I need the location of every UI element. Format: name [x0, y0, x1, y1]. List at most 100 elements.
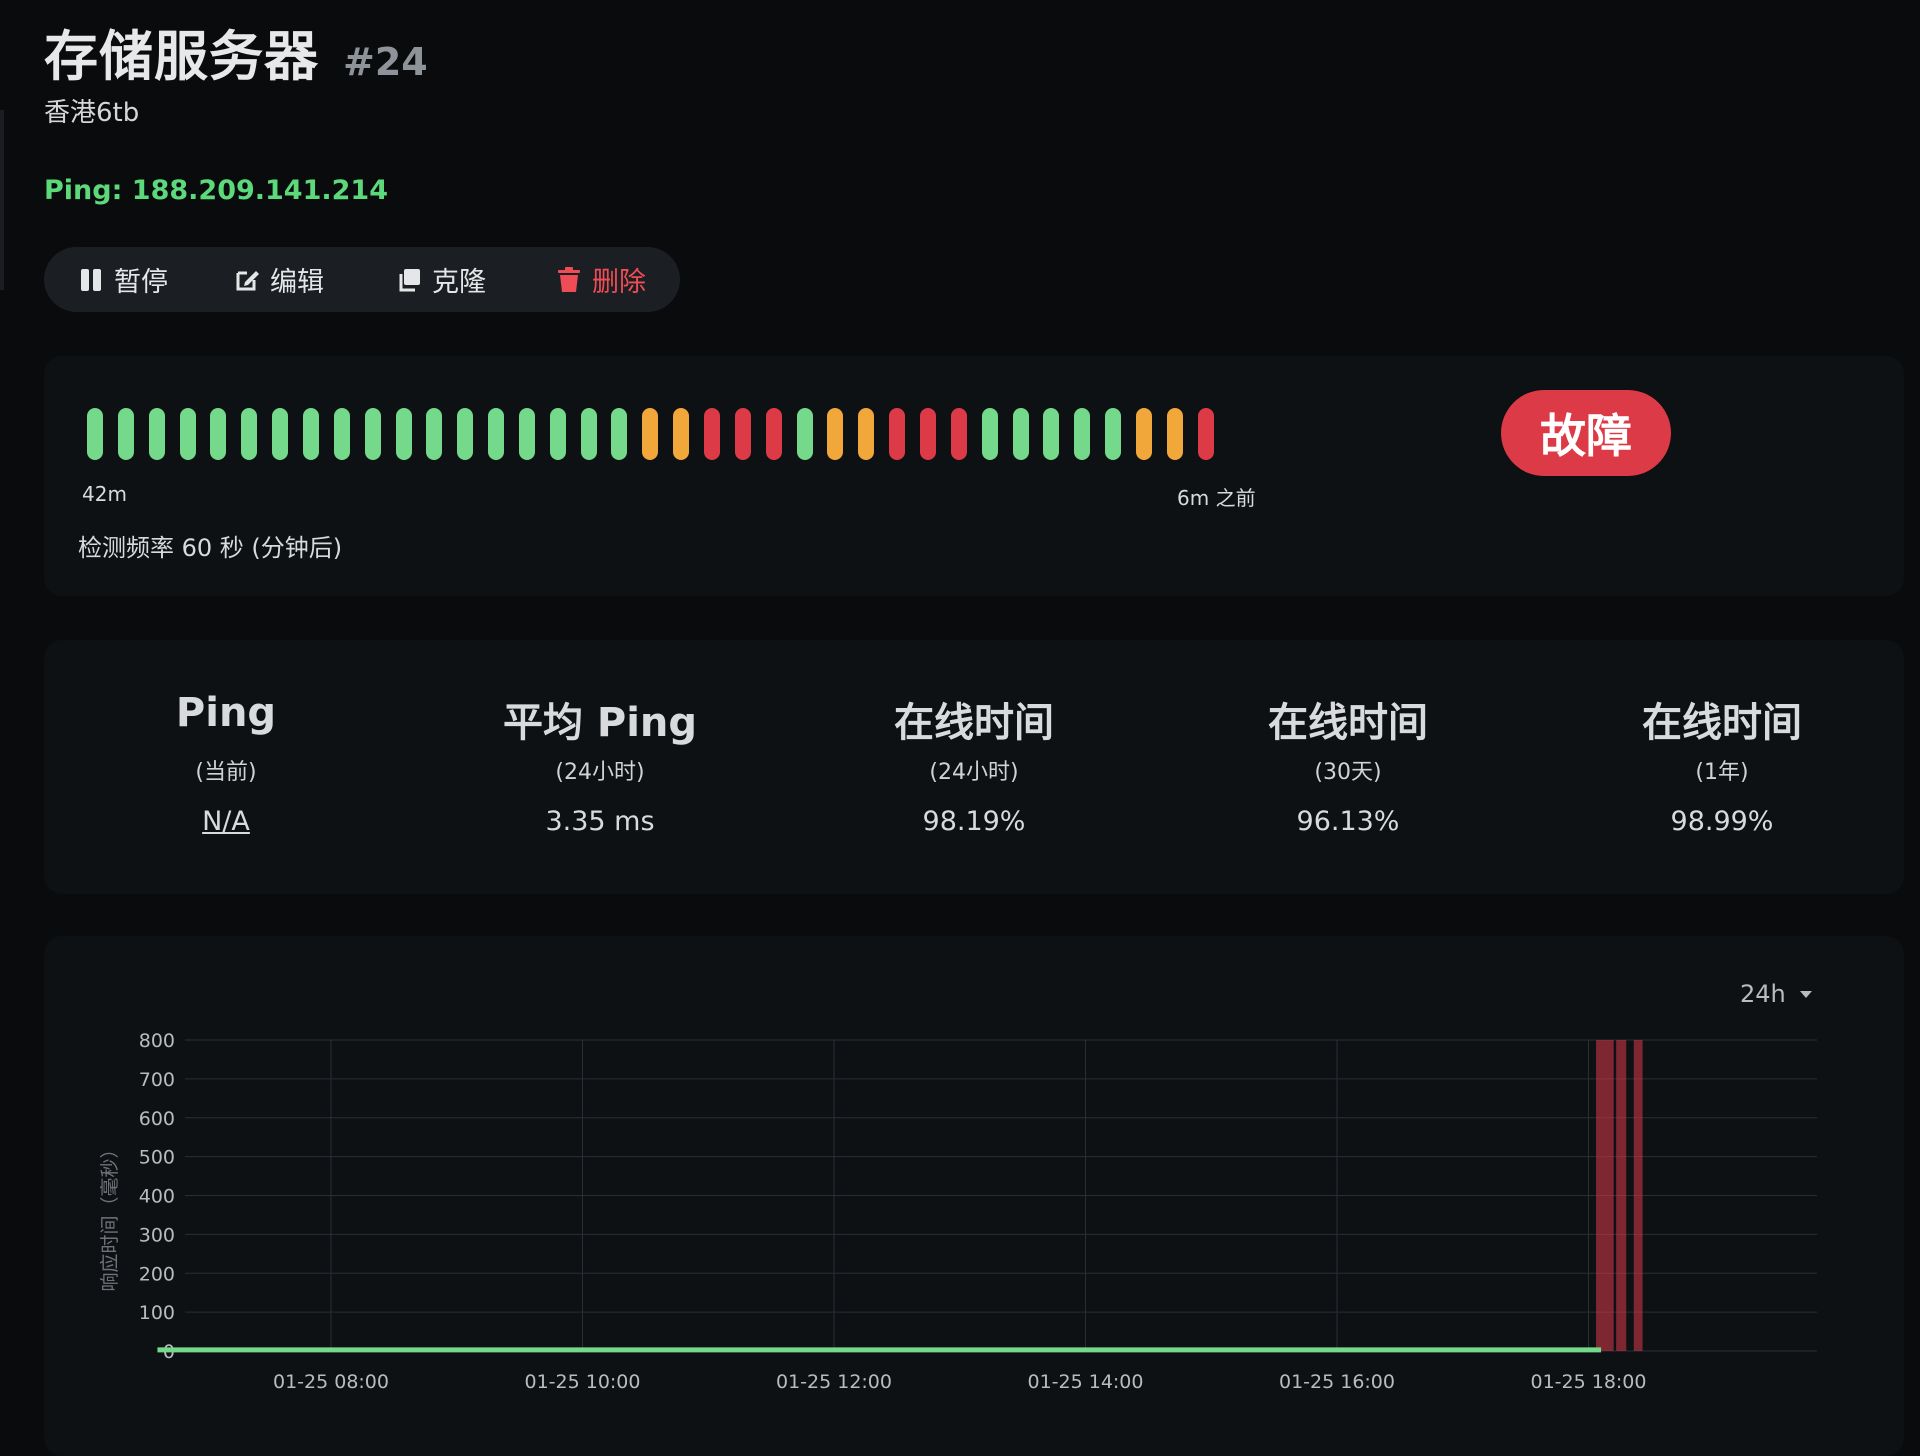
- stat-column: 平均 Ping (24小时) 3.35 ms: [450, 690, 750, 837]
- sidebar-edge: [0, 110, 4, 290]
- heartbeat-end-label: 6m 之前: [1177, 486, 1256, 510]
- y-tick-label: 800: [139, 1030, 175, 1052]
- downtime-bar: [1616, 1040, 1627, 1351]
- stat-value[interactable]: N/A: [76, 806, 376, 837]
- stat-title: 平均 Ping: [502, 700, 698, 746]
- x-tick-label: 01-25 10:00: [524, 1371, 640, 1393]
- heartbeat-beat-down[interactable]: [704, 408, 720, 460]
- heartbeat-beat-up[interactable]: [241, 408, 258, 460]
- edit-icon: [236, 270, 259, 290]
- stat-subtitle: (1年): [1695, 760, 1749, 785]
- y-tick-label: 500: [139, 1147, 175, 1169]
- stat-title: 在线时间: [1268, 700, 1428, 746]
- downtime-bar: [1596, 1040, 1614, 1351]
- y-axis-label: 响应时间（毫秒）: [99, 1139, 121, 1291]
- clone-button[interactable]: 克隆: [396, 247, 486, 312]
- stat-subtitle: (当前): [195, 760, 257, 785]
- stat-subtitle: (24小时): [555, 760, 645, 785]
- heartbeat-beat-up[interactable]: [272, 408, 289, 460]
- action-toolbar: 暂停 编辑 克隆 删除: [44, 247, 680, 312]
- y-tick-label: 600: [139, 1108, 175, 1130]
- y-tick-label: 300: [139, 1224, 175, 1246]
- downtime-bar: [1633, 1040, 1643, 1351]
- stat-value: 98.19%: [922, 806, 1026, 837]
- x-tick-label: 01-25 14:00: [1027, 1371, 1143, 1393]
- heartbeat-beat-up[interactable]: [333, 408, 350, 460]
- monitor-title: 存储服务器: [44, 25, 319, 88]
- heartbeat-beat-up[interactable]: [549, 408, 566, 460]
- heartbeat-beat-up[interactable]: [580, 408, 597, 460]
- pause-icon: [81, 268, 101, 291]
- heartbeat-beat-up[interactable]: [796, 408, 813, 460]
- heartbeat-beat-pending[interactable]: [1135, 408, 1152, 460]
- heartbeat-beat-pending[interactable]: [673, 408, 690, 460]
- stat-value: 96.13%: [1296, 806, 1400, 837]
- monitor-description: 香港6tb: [44, 98, 140, 128]
- trash-icon: [558, 266, 580, 292]
- heartbeat-beat-up[interactable]: [518, 408, 535, 460]
- y-tick-label: 200: [139, 1263, 175, 1285]
- clone-label: 克隆: [432, 267, 486, 298]
- pause-label: 暂停: [114, 267, 168, 298]
- check-interval: 检测频率 60 秒 (分钟后): [78, 534, 343, 562]
- heartbeat-beat-up[interactable]: [395, 408, 412, 460]
- heartbeat-beat-up[interactable]: [364, 408, 381, 460]
- heartbeat-beat-pending[interactable]: [858, 408, 875, 460]
- heartbeat-beat-down[interactable]: [950, 408, 967, 460]
- x-tick-label: 01-25 16:00: [1279, 1371, 1395, 1393]
- heartbeat-beat-up[interactable]: [457, 408, 474, 460]
- pause-button[interactable]: 暂停: [78, 247, 168, 312]
- edit-button[interactable]: 编辑: [234, 247, 324, 312]
- status-badge: 故障: [1501, 390, 1671, 476]
- stat-title: 在线时间: [1642, 700, 1802, 746]
- x-tick-label: 01-25 12:00: [776, 1371, 892, 1393]
- stat-column: 在线时间 (24小时) 98.19%: [824, 690, 1124, 837]
- stat-title: 在线时间: [894, 700, 1054, 746]
- response-time-chart: 010020030040050060070080001-25 08:00 01-2…: [99, 1030, 1817, 1393]
- clone-icon: [399, 268, 420, 291]
- heartbeat-beat-down[interactable]: [734, 408, 751, 460]
- heartbeat-beat-pending[interactable]: [827, 408, 844, 460]
- heartbeat-beat-down[interactable]: [765, 408, 782, 460]
- heartbeat-beat-up[interactable]: [179, 408, 196, 460]
- y-tick-label: 700: [139, 1069, 175, 1091]
- y-tick-label: 400: [139, 1186, 175, 1208]
- stat-column: 在线时间 (30天) 96.13%: [1198, 690, 1498, 837]
- heartbeat-start-label: 42m: [82, 482, 127, 506]
- ping-target: Ping: 188.209.141.214: [44, 175, 388, 206]
- x-tick-label: 01-25 18:00: [1530, 1371, 1646, 1393]
- heartbeat-card: 42m 6m 之前 检测频率 60 秒 (分钟后) 故障: [44, 356, 1904, 596]
- delete-button[interactable]: 删除: [556, 247, 646, 312]
- heartbeat-beat-up[interactable]: [117, 408, 134, 460]
- heartbeat-beat-down[interactable]: [1197, 408, 1214, 460]
- stats-card: Ping (当前) N/A 平均 Ping (24小时) 3.35 ms 在线时间 (24小时…: [44, 640, 1904, 894]
- stat-subtitle: (24小时): [929, 760, 1019, 785]
- stat-column: Ping (当前) N/A: [76, 690, 376, 837]
- heartbeat-beat-up[interactable]: [488, 408, 505, 460]
- heartbeat-beat-pending[interactable]: [642, 408, 659, 460]
- stat-title: Ping: [175, 690, 277, 736]
- monitor-header: 存储服务器 #24: [44, 12, 428, 91]
- delete-label: 删除: [592, 267, 646, 298]
- heartbeat-beat-down[interactable]: [889, 408, 906, 460]
- heartbeat-beat-up[interactable]: [1074, 408, 1091, 460]
- heartbeat-beat-up[interactable]: [87, 408, 103, 460]
- heartbeat-beat-up[interactable]: [611, 408, 628, 460]
- heartbeat-beat-up[interactable]: [148, 408, 165, 460]
- heartbeat-beat-down[interactable]: [919, 408, 936, 460]
- heartbeat-beat-up[interactable]: [426, 408, 443, 460]
- edit-label: 编辑: [270, 267, 324, 298]
- monitor-id: #24: [343, 40, 428, 84]
- heartbeat-beat-up[interactable]: [302, 408, 319, 460]
- stat-column: 在线时间 (1年) 98.99%: [1572, 690, 1872, 837]
- heartbeat-beat-pending[interactable]: [1166, 408, 1183, 460]
- heartbeat-beat-up[interactable]: [981, 408, 998, 460]
- heartbeat-beat-up[interactable]: [210, 408, 227, 460]
- heartbeat-beat-up[interactable]: [1012, 408, 1029, 460]
- heartbeat-beat-up[interactable]: [1043, 408, 1060, 460]
- stat-value: 3.35 ms: [545, 806, 655, 837]
- heartbeat-beat-up[interactable]: [1105, 408, 1122, 460]
- y-tick-label: 100: [139, 1302, 175, 1324]
- stat-subtitle: (30天): [1314, 760, 1382, 785]
- x-tick-label: 01-25 08:00: [273, 1371, 389, 1393]
